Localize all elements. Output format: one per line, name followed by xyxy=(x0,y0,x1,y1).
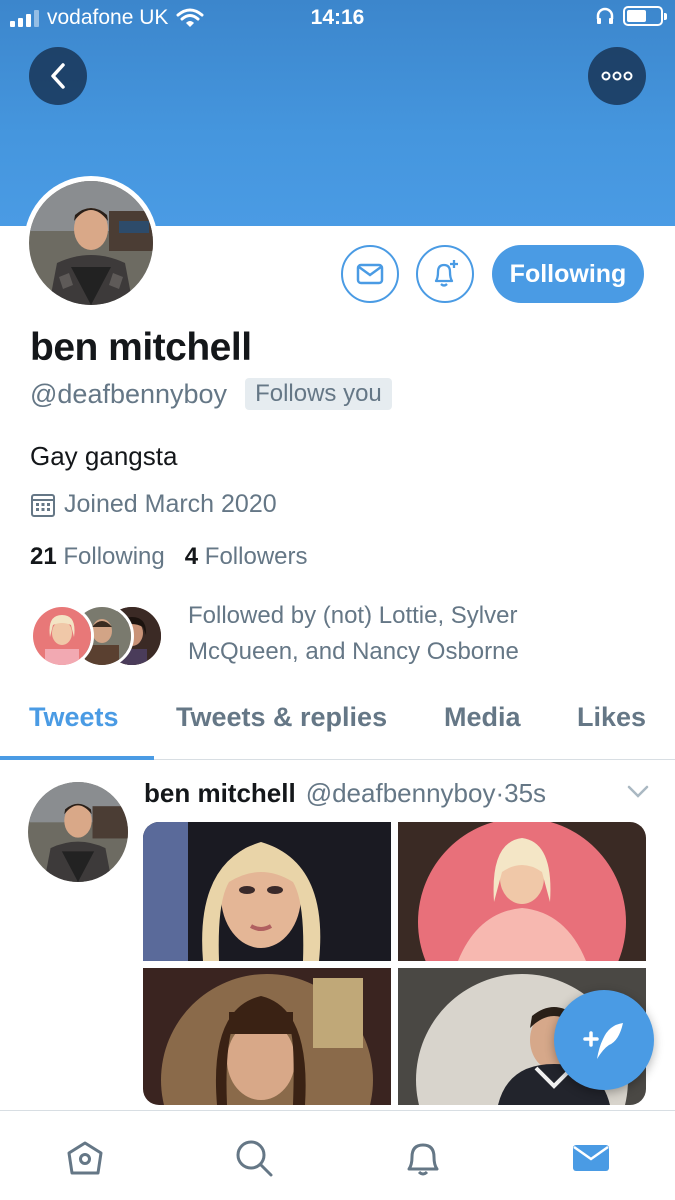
media-image[interactable] xyxy=(143,822,391,961)
compose-feather-icon xyxy=(583,1023,623,1059)
nav-messages[interactable] xyxy=(566,1133,616,1183)
more-horizontal-icon xyxy=(601,71,633,81)
followed-by-text[interactable]: Followed by (not) Lottie, Sylver McQueen… xyxy=(188,598,608,670)
tab-tweets-replies[interactable]: Tweets & replies xyxy=(176,702,387,733)
battery-icon xyxy=(623,6,667,26)
tweet-header: ben mitchell @deafbennyboy · 35s xyxy=(144,778,546,809)
media-image[interactable] xyxy=(143,968,391,1105)
avatar-image xyxy=(29,181,153,305)
following-count-link[interactable]: 21 Following xyxy=(30,543,165,571)
profile-name: ben mitchell xyxy=(30,326,252,369)
tab-media[interactable]: Media xyxy=(444,702,521,733)
nav-notifications[interactable] xyxy=(398,1133,448,1183)
profile-tabs: Tweets Tweets & replies Media Likes xyxy=(0,690,675,760)
tab-likes[interactable]: Likes xyxy=(577,702,646,733)
notifications-button[interactable] xyxy=(416,245,474,303)
chevron-left-icon xyxy=(51,63,65,89)
profile-bio: Gay gangsta xyxy=(30,441,178,471)
nav-search[interactable] xyxy=(229,1133,279,1183)
tweet-author-handle[interactable]: @deafbennyboy xyxy=(306,778,496,809)
back-button[interactable] xyxy=(29,47,87,105)
headphones-icon xyxy=(596,7,614,24)
mail-icon xyxy=(573,1145,609,1171)
media-image[interactable] xyxy=(398,822,646,961)
more-button[interactable] xyxy=(588,47,646,105)
tweet-time: 35s xyxy=(504,778,547,808)
followers-count-link[interactable]: 4 Followers xyxy=(185,543,308,571)
message-button[interactable] xyxy=(341,245,399,303)
status-bar: vodafone UK 14:16 xyxy=(0,0,675,38)
bell-plus-icon xyxy=(434,260,458,287)
joined-text: Joined March 2020 xyxy=(64,490,277,518)
clock: 14:16 xyxy=(310,6,365,29)
follows-you-badge: Follows you xyxy=(245,378,392,410)
active-tab-indicator xyxy=(0,756,154,760)
compose-tweet-button[interactable] xyxy=(554,990,654,1090)
nav-home[interactable] xyxy=(60,1133,110,1183)
follower-avatar xyxy=(30,604,94,668)
bell-icon xyxy=(407,1143,439,1176)
profile-handle: @deafbennyboy xyxy=(30,378,228,409)
tweet-avatar[interactable] xyxy=(28,782,128,882)
tweet-separator: · xyxy=(495,778,505,808)
avatar-image xyxy=(28,782,128,882)
search-icon xyxy=(236,1140,273,1177)
bottom-navigation xyxy=(0,1110,675,1200)
calendar-icon xyxy=(31,493,55,517)
followed-by-avatars[interactable] xyxy=(30,604,170,668)
joined-date: Joined March 2020 xyxy=(30,490,277,519)
following-button[interactable]: Following xyxy=(492,245,644,303)
tweet-author-name[interactable]: ben mitchell xyxy=(144,778,296,809)
profile-avatar[interactable] xyxy=(24,176,158,310)
chevron-down-icon[interactable] xyxy=(626,784,650,800)
tab-tweets[interactable]: Tweets xyxy=(29,702,119,733)
home-icon xyxy=(67,1141,103,1175)
mail-icon xyxy=(356,263,384,285)
